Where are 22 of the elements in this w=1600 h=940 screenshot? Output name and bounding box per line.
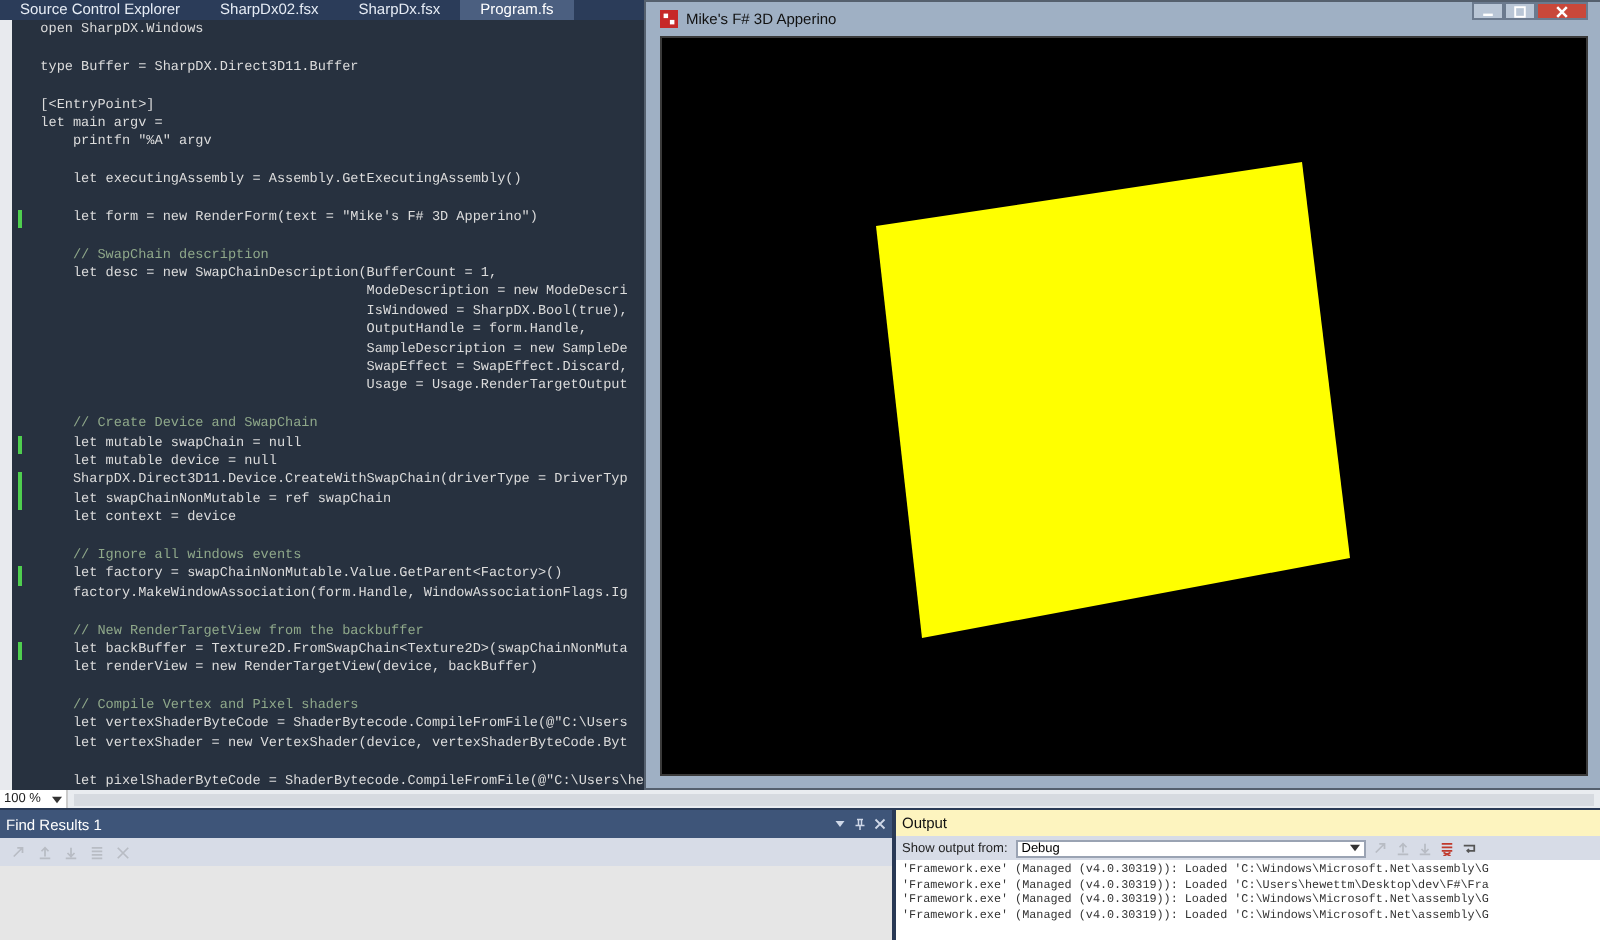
next-icon[interactable] <box>1417 841 1432 855</box>
horizontal-scrollbar[interactable] <box>74 793 1594 805</box>
caret-icon <box>1349 844 1360 852</box>
pin-icon[interactable] <box>854 818 866 830</box>
caret-icon <box>52 795 62 803</box>
close-icon <box>1554 3 1570 19</box>
previous-icon[interactable] <box>38 845 52 859</box>
maximize-icon <box>1512 3 1528 19</box>
go-to-icon[interactable] <box>1373 841 1388 855</box>
stop-icon[interactable] <box>116 845 130 859</box>
minimize-button[interactable] <box>1472 2 1504 20</box>
maximize-button[interactable] <box>1504 2 1536 20</box>
word-wrap-icon[interactable] <box>1461 841 1476 855</box>
close-icon[interactable] <box>874 818 886 830</box>
dropdown-icon[interactable] <box>834 818 846 830</box>
go-to-icon[interactable] <box>12 845 26 859</box>
close-button[interactable] <box>1536 2 1588 20</box>
list-icon[interactable] <box>90 845 104 859</box>
clear-all-icon[interactable] <box>1439 841 1454 855</box>
next-icon[interactable] <box>64 845 78 859</box>
app-icon <box>660 10 678 28</box>
previous-icon[interactable] <box>1395 841 1410 855</box>
